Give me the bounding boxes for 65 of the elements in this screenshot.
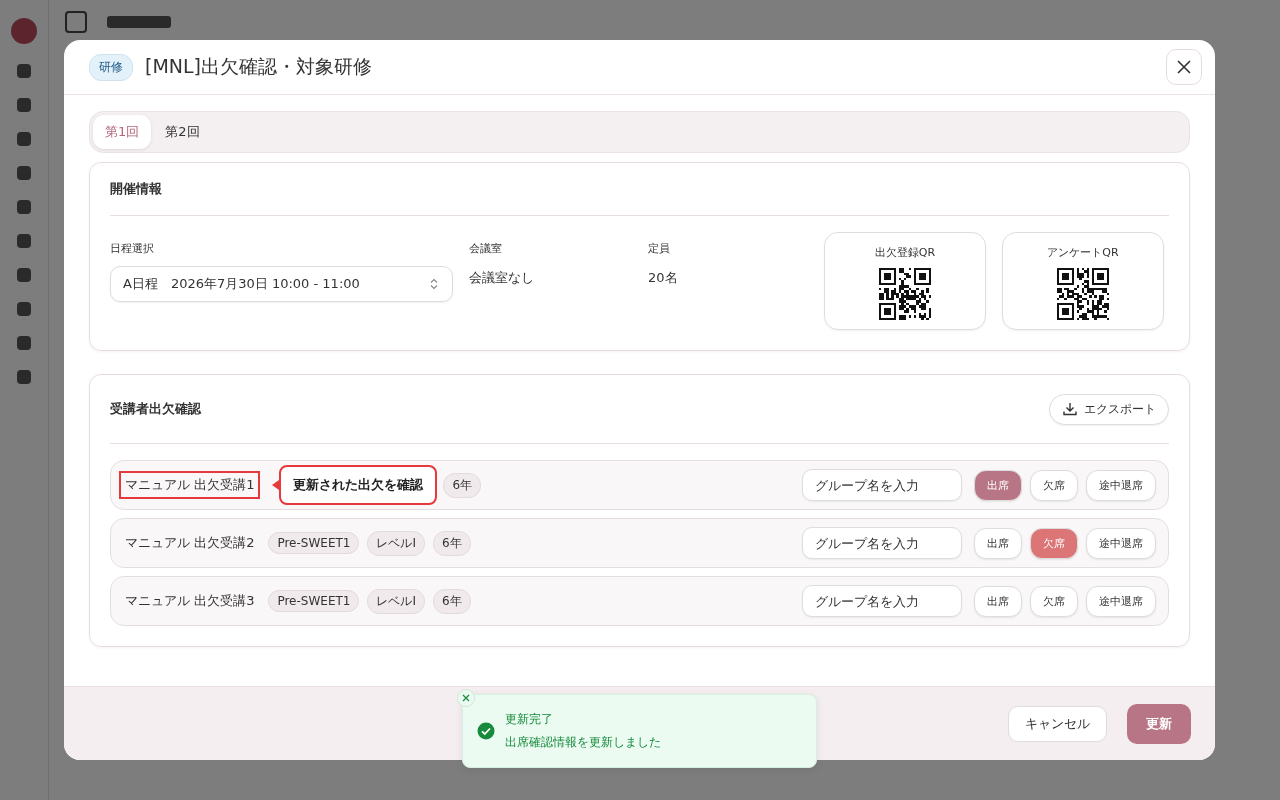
nav-icon[interactable] (17, 98, 31, 112)
capacity-value: 20名 (648, 269, 679, 287)
attendance-option[interactable]: 途中退席 (1086, 527, 1156, 559)
dialog-title: [MNL]出欠確認・対象研修 (145, 54, 374, 79)
attendance-option[interactable]: 出席 (974, 585, 1022, 617)
attendee-name: マニュアル 出欠受講1 (119, 471, 261, 499)
nav-icon[interactable] (17, 234, 31, 248)
cancel-button[interactable]: キャンセル (1008, 705, 1107, 742)
tooltip: 更新された出欠を確認 (272, 465, 438, 505)
qr-label: アンケートQR (1047, 245, 1119, 260)
attendance-option[interactable]: 途中退席 (1086, 585, 1156, 617)
qr-code-icon (879, 268, 931, 320)
tab[interactable]: 第1回 (93, 115, 152, 149)
nav-icon[interactable] (17, 64, 31, 78)
group-input[interactable]: グループ名を入力 (802, 469, 962, 501)
group-input[interactable]: グループ名を入力 (802, 527, 962, 559)
section-heading: 受講者出欠確認 (110, 400, 201, 418)
nav-icon[interactable] (17, 268, 31, 282)
qr-card[interactable]: アンケートQR (1002, 232, 1164, 330)
tag: 6年 (433, 530, 471, 556)
title-placeholder-bar (107, 16, 171, 28)
attendee-name: マニュアル 出欠受講3 (124, 592, 256, 610)
attendance-option[interactable]: 欠席 (1030, 585, 1078, 617)
download-icon (1062, 401, 1078, 417)
check-circle-icon (477, 722, 495, 740)
nav-icon[interactable] (17, 370, 31, 384)
field-label: 定員 (648, 241, 671, 256)
tag: レベルI (367, 588, 425, 614)
tag: 6年 (433, 588, 471, 614)
tag: レベルI (367, 530, 425, 556)
toast-message: 出席確認情報を更新しました (505, 734, 661, 751)
toast-title: 更新完了 (505, 711, 554, 728)
attendee-name: マニュアル 出欠受講2 (124, 534, 256, 552)
field-label: 日程選択 (110, 241, 155, 256)
nav-icon[interactable] (17, 336, 31, 350)
sidebar-toggle-icon[interactable] (65, 11, 87, 33)
schedule-select[interactable]: A日程 2026年7月30日 10:00 - 11:00 (110, 266, 453, 302)
attendance-option[interactable]: 欠席 (1030, 469, 1078, 501)
attendance-option[interactable]: 出席 (974, 527, 1022, 559)
update-button[interactable]: 更新 (1127, 703, 1191, 744)
chevron-updown-icon (430, 278, 438, 290)
nav-icon[interactable] (17, 200, 31, 214)
qr-code-icon (1057, 268, 1109, 320)
tag: 6年 (443, 472, 482, 498)
attendance-option[interactable]: 途中退席 (1086, 469, 1156, 501)
nav-icon[interactable] (17, 166, 31, 180)
field-label: 会議室 (469, 241, 503, 256)
room-value: 会議室なし (469, 269, 535, 287)
section-heading: 開催情報 (110, 180, 162, 198)
nav-icon[interactable] (17, 302, 31, 316)
tab[interactable]: 第2回 (153, 115, 212, 149)
group-input[interactable]: グループ名を入力 (802, 585, 962, 617)
close-icon (462, 694, 470, 702)
attendance-option[interactable]: 出席 (974, 469, 1022, 501)
close-button[interactable] (1166, 49, 1202, 85)
tag: Pre-SWEET1 (268, 532, 360, 554)
qr-label: 出欠登録QR (874, 245, 936, 260)
qr-card[interactable]: 出欠登録QR (824, 232, 986, 330)
logo-icon (11, 18, 37, 44)
export-button[interactable]: エクスポート (1049, 393, 1169, 425)
category-badge: 研修 (89, 53, 133, 81)
close-icon (1176, 59, 1192, 75)
nav-icon[interactable] (17, 132, 31, 146)
tooltip-pointer-icon (272, 480, 280, 490)
tag: Pre-SWEET1 (268, 590, 360, 612)
